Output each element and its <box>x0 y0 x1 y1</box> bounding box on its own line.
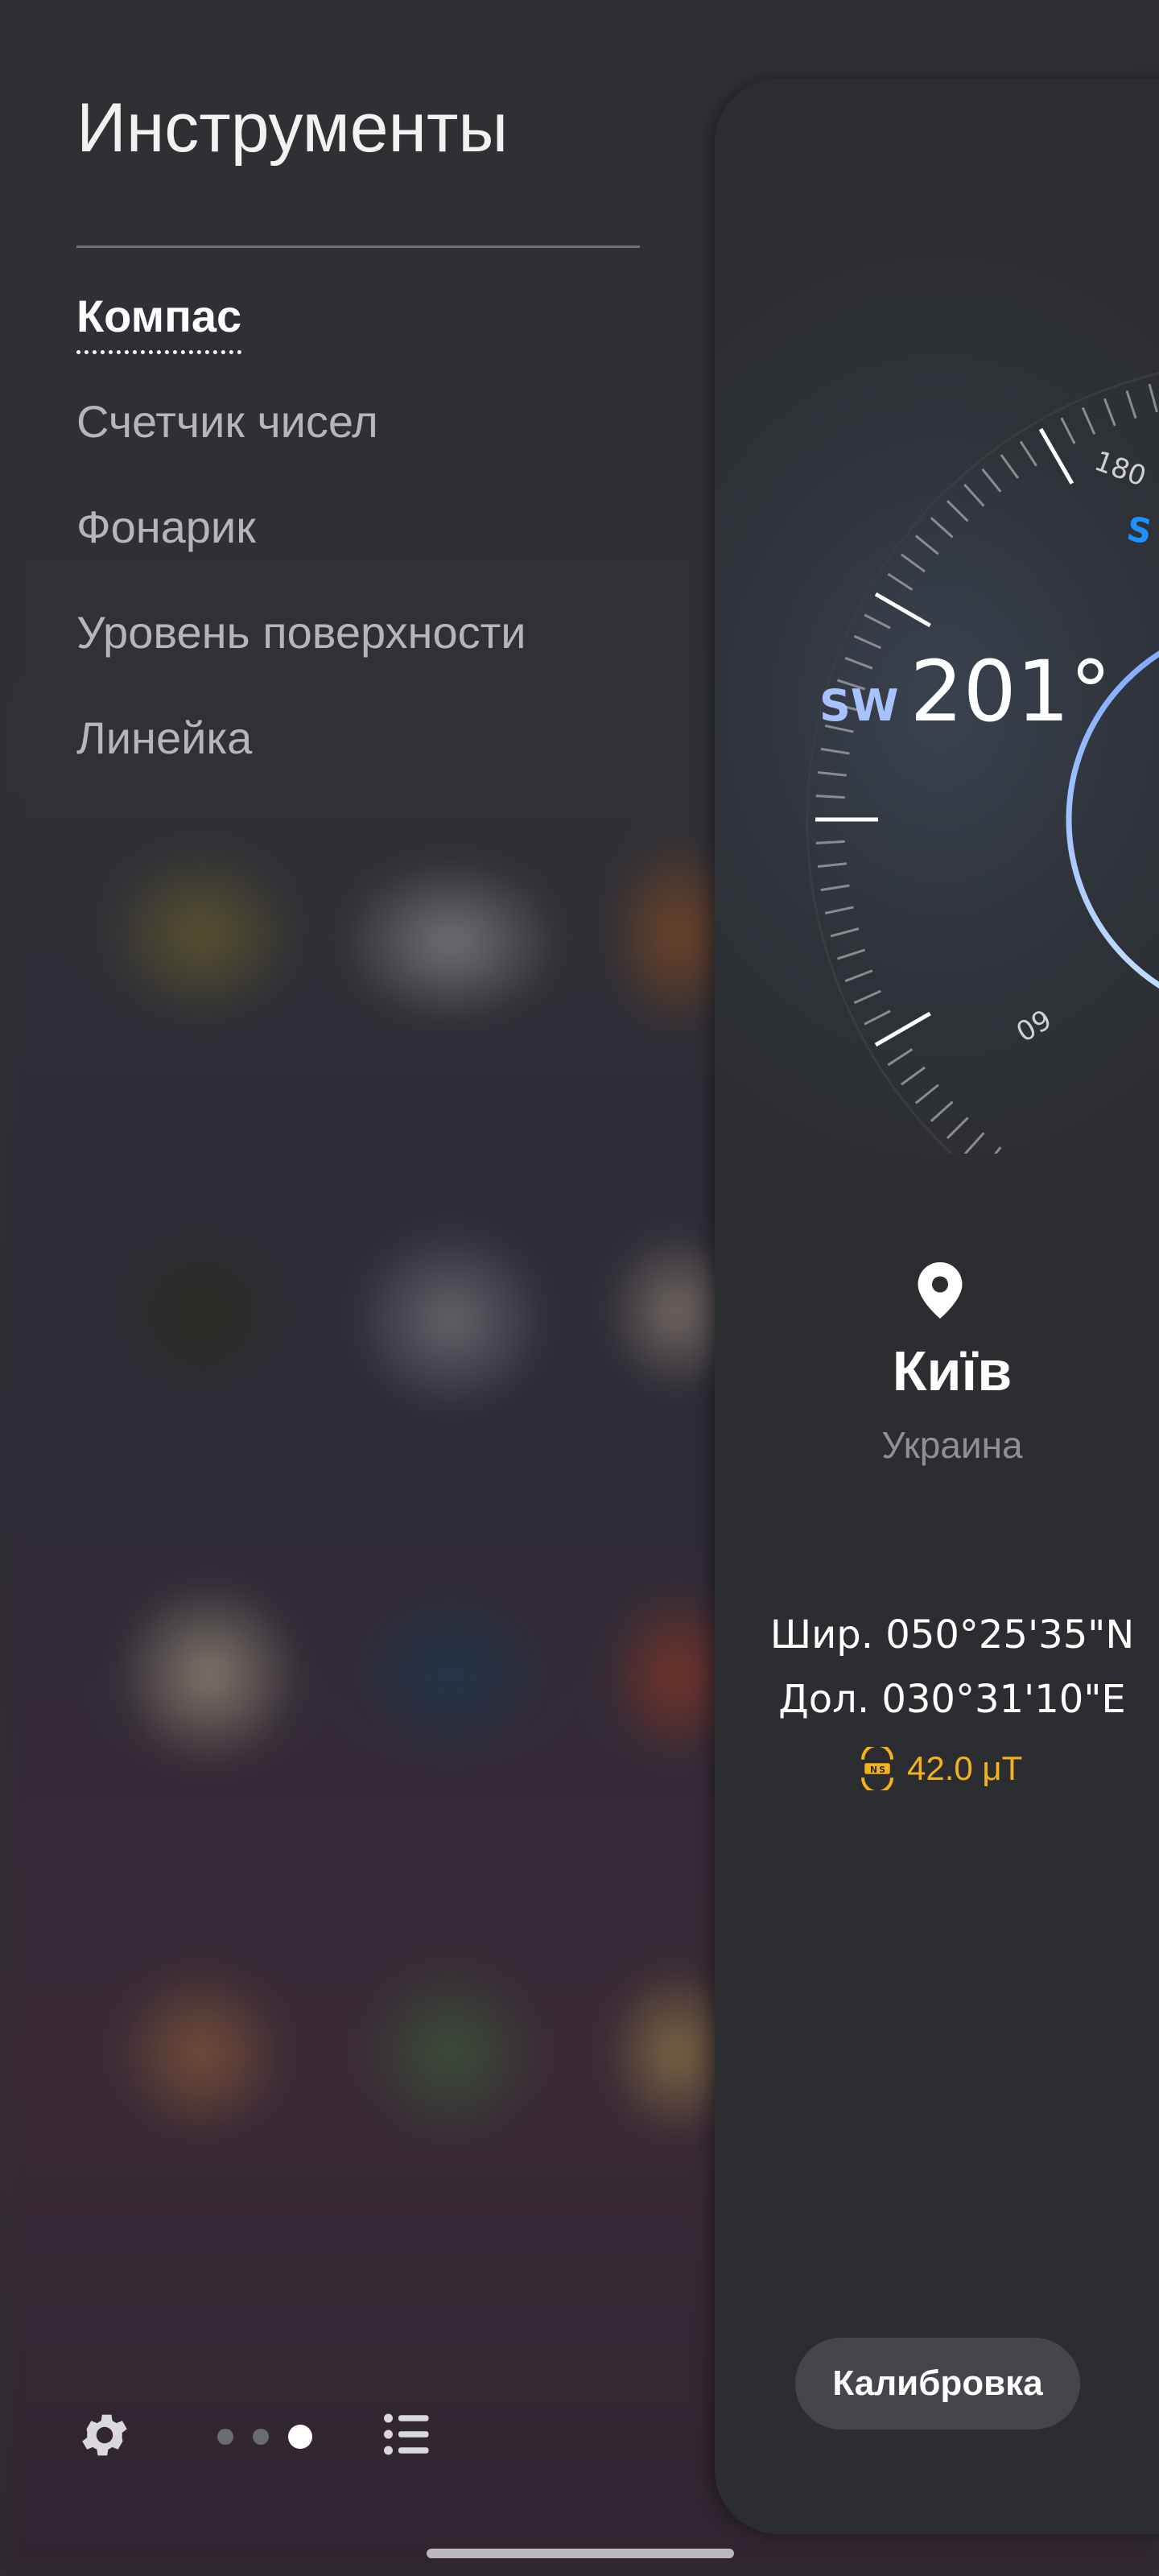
tools-menu: Компас Счетчик чисел Фонарик Уровень пов… <box>76 290 526 817</box>
dial-tick <box>817 862 848 869</box>
dial-tick <box>853 989 881 1005</box>
menu-item-level[interactable]: Уровень поверхности <box>76 606 526 712</box>
dial-tick <box>815 795 845 799</box>
dial-tick <box>1060 417 1076 444</box>
dial-tick <box>963 1132 985 1154</box>
heading-readout: SW 201° <box>819 642 1112 741</box>
dial-label: 180 <box>1090 445 1150 493</box>
dial-tick <box>930 517 954 539</box>
magnet-sensor-icon: N S <box>860 1747 894 1790</box>
dial-tick <box>994 1146 1002 1154</box>
dial-tick <box>914 535 939 555</box>
dial-tick <box>930 1100 954 1122</box>
dial-label: 60 <box>1010 1001 1056 1046</box>
dial-tick <box>1148 383 1158 413</box>
dial-tick <box>887 572 914 591</box>
magnetic-field: N S 42.0 μT <box>856 1747 1022 1795</box>
dial-tick <box>1019 440 1037 467</box>
dial-tick <box>1081 407 1096 435</box>
menu-item-ruler[interactable]: Линейка <box>76 712 526 817</box>
dial-tick <box>820 747 850 755</box>
longitude: Дол. 030°31'10"E <box>778 1677 1126 1722</box>
dial-tick <box>946 499 969 522</box>
svg-text:S: S <box>879 1765 885 1775</box>
dial-tick <box>874 1011 931 1047</box>
page-dot[interactable] <box>217 2429 233 2445</box>
dial-tick <box>844 969 873 983</box>
dial-tick <box>901 1066 926 1086</box>
city-name: Київ <box>892 1340 1013 1402</box>
location-pin-icon <box>918 1262 963 1319</box>
dial-tick <box>1103 398 1116 427</box>
dial-tick <box>864 1009 891 1026</box>
latitude: Шир. 050°25'35"N <box>769 1612 1135 1657</box>
dial-tick <box>820 884 850 892</box>
svg-text:N: N <box>870 1765 877 1775</box>
dial-tick <box>946 1117 969 1140</box>
dial-tick <box>874 592 931 628</box>
dial-tick <box>1038 427 1074 485</box>
gesture-nav-handle[interactable] <box>427 2549 734 2558</box>
drawer-title: Инструменты <box>76 89 509 167</box>
dial-tick <box>836 948 866 960</box>
dial-tick <box>817 770 848 777</box>
dial-tick <box>1125 390 1137 419</box>
dial-tick <box>914 1084 939 1104</box>
dial-tick <box>901 553 926 573</box>
tools-drawer: Инструменты Компас Счетчик чисел Фонарик… <box>0 0 708 2576</box>
dial-tick <box>1000 454 1020 479</box>
heading-degrees: 201° <box>909 642 1112 741</box>
menu-item-flashlight[interactable]: Фонарик <box>76 501 526 606</box>
dial-tick <box>824 906 854 914</box>
magnetic-value: 42.0 μT <box>907 1749 1023 1787</box>
drawer-bottom-bar <box>76 2407 463 2463</box>
heading-direction: SW <box>819 680 899 731</box>
dial-tick <box>963 483 985 507</box>
page-dot[interactable] <box>253 2429 269 2445</box>
calibrate-button[interactable]: Калибровка <box>795 2338 1080 2429</box>
page-dot-active[interactable] <box>288 2425 312 2449</box>
south-label: S <box>1124 509 1154 552</box>
list-icon[interactable] <box>382 2412 431 2457</box>
dial-tick <box>864 613 891 630</box>
menu-item-compass[interactable]: Компас <box>76 290 526 395</box>
divider <box>76 246 640 248</box>
dial-tick <box>981 468 1002 493</box>
menu-item-label: Компас <box>76 290 242 354</box>
dial-tick <box>887 1048 914 1067</box>
dial-tick <box>815 840 845 844</box>
menu-item-counter[interactable]: Счетчик чисел <box>76 395 526 501</box>
compass-panel: 180 210 240 30 0 60 S N SW201° Київ Укра… <box>715 79 1159 2534</box>
page-indicator <box>217 2425 332 2449</box>
country-name: Украина <box>881 1424 1023 1466</box>
dial-tick <box>830 927 860 938</box>
gear-icon[interactable] <box>76 2407 133 2463</box>
